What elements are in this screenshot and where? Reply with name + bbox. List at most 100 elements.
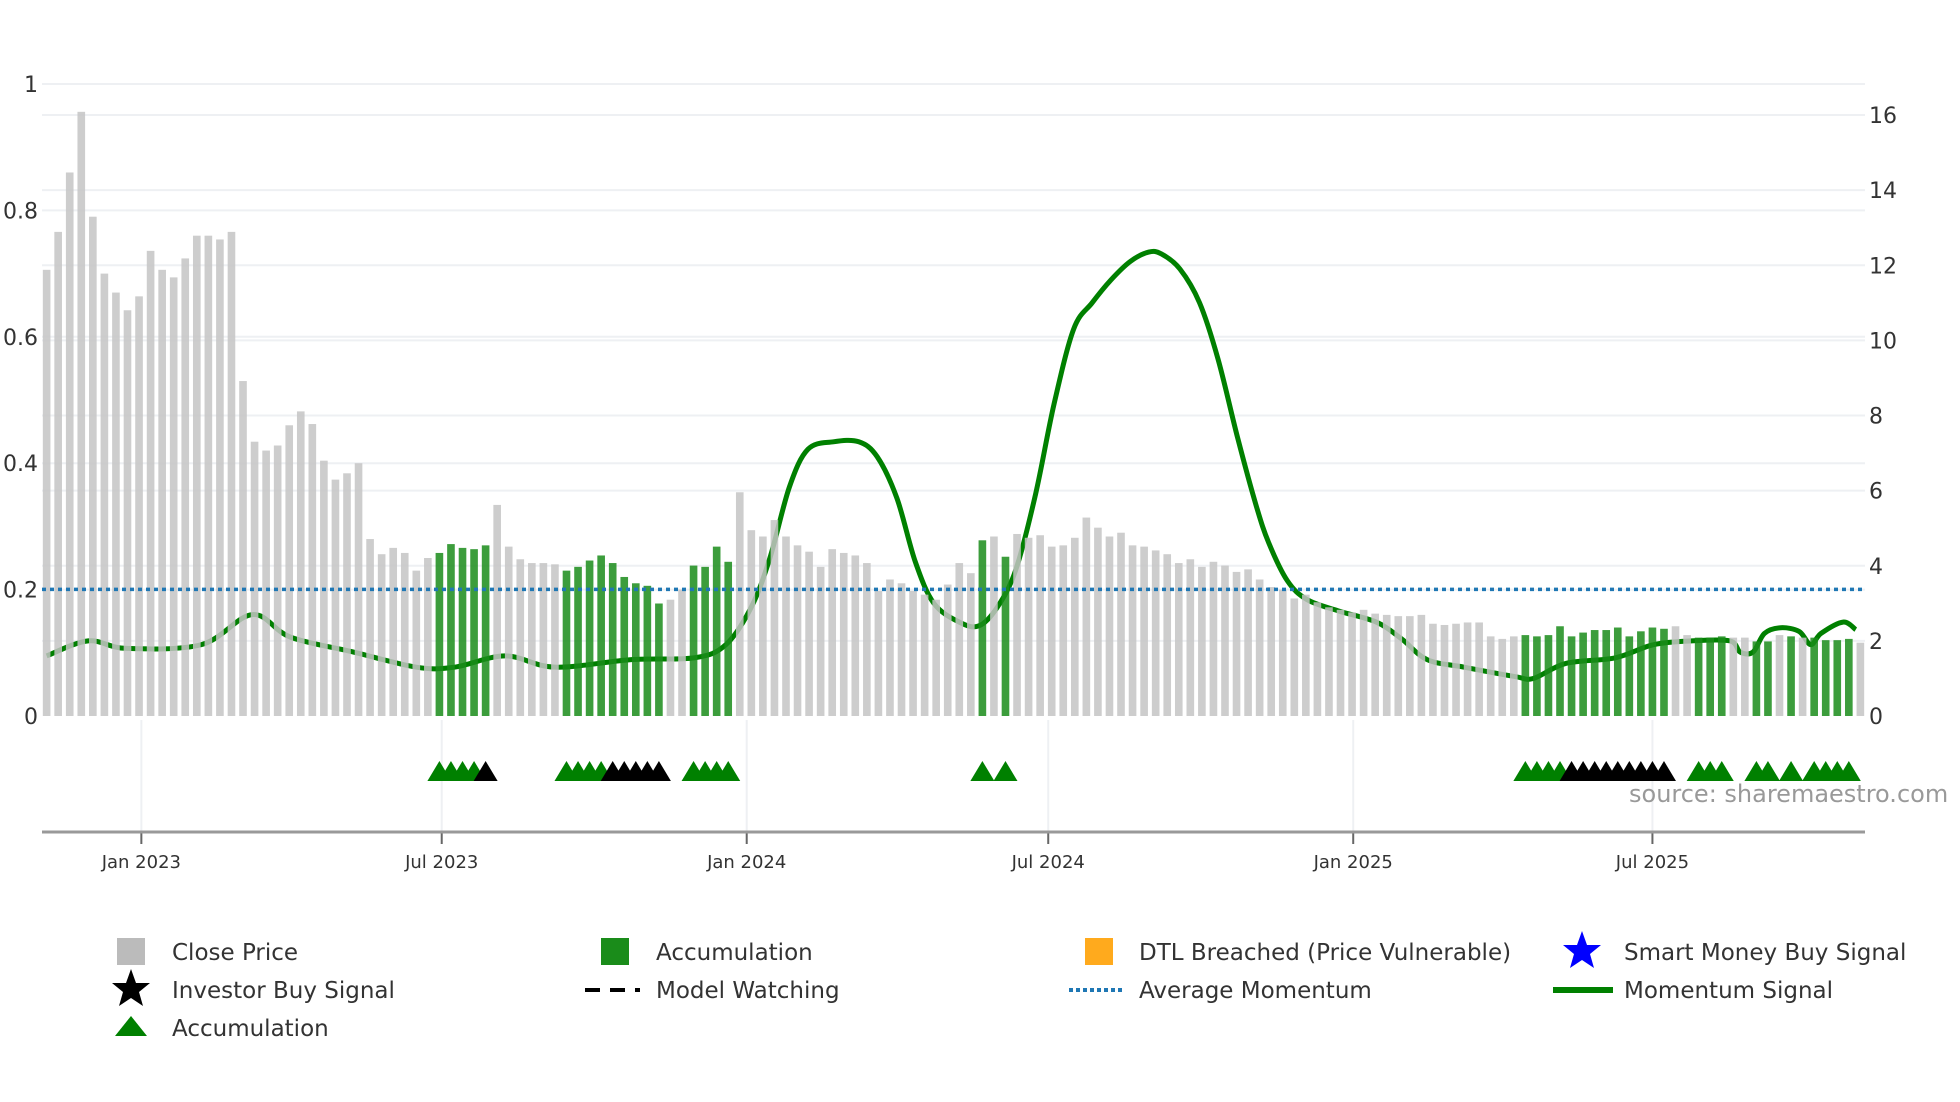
x-axis-tick-label: Jan 2025 <box>1313 852 1393 873</box>
accumulation-bar <box>1567 636 1576 716</box>
accumulation-bar <box>1648 627 1657 716</box>
close-price-bar <box>1741 637 1749 716</box>
accumulation-bar <box>608 563 617 716</box>
close-price-bar <box>1140 546 1148 716</box>
accumulation-bar <box>712 546 721 716</box>
close-price-bar <box>412 570 421 716</box>
close-price-bar <box>1255 579 1264 716</box>
close-price-bar <box>389 547 398 716</box>
close-price-bar <box>400 552 409 716</box>
close-price-bar <box>227 231 236 716</box>
close-price-bar <box>493 504 501 716</box>
close-price-bar <box>146 250 155 716</box>
right-axis-tick-label: 16 <box>1869 104 1897 129</box>
close-price-bar <box>262 450 270 716</box>
close-price-bar <box>1486 636 1495 716</box>
close-price-bar <box>851 555 860 716</box>
legend: Close Price Accumulation DTL Breached (P… <box>112 931 1906 1042</box>
close-price-bar <box>1232 571 1241 716</box>
close-price-bar <box>1348 612 1356 716</box>
close-price-bar <box>1070 537 1079 716</box>
close-price-bar <box>805 551 813 716</box>
close-price-bar <box>366 539 374 716</box>
accumulation-bar <box>1821 640 1830 716</box>
close-price-bar <box>158 269 166 716</box>
accumulation-bar <box>597 555 605 716</box>
close-price-bar <box>1371 613 1379 716</box>
close-price-bar <box>886 579 894 716</box>
close-price-bar <box>735 492 744 716</box>
close-price-bar <box>1082 517 1091 716</box>
close-price-bar <box>863 563 871 716</box>
close-price-bar <box>89 216 97 716</box>
dtl-breached-legend-icon <box>1085 938 1113 965</box>
accumulation-bar <box>470 549 478 716</box>
close-price-bar <box>424 558 432 716</box>
close-price-bar <box>1128 545 1137 716</box>
close-price-bar <box>1117 532 1125 716</box>
close-price-bar <box>273 445 282 716</box>
close-price-bar <box>100 273 109 716</box>
close-price-bar <box>1278 589 1287 716</box>
close-price-bar <box>1105 536 1114 716</box>
close-price-bar <box>839 552 848 716</box>
close-price-bar <box>1290 598 1299 716</box>
right-axis-tick-label: 10 <box>1869 329 1897 354</box>
accumulation-legend-icon <box>601 938 629 965</box>
close-price-bar <box>54 231 62 716</box>
accumulation-bar <box>562 570 571 716</box>
left-axis-tick-label: 1 <box>24 73 38 98</box>
accumulation-bar <box>1590 630 1599 716</box>
close-price-bar <box>770 520 779 716</box>
close-price-bar <box>239 381 247 716</box>
legend-average-momentum: Average Momentum <box>1139 978 1372 1004</box>
close-price-bar <box>216 239 224 717</box>
accumulation-bar <box>1602 630 1611 716</box>
close-price-bar <box>1452 623 1460 716</box>
close-price-bar <box>874 590 883 716</box>
right-axis-tick-label: 6 <box>1869 480 1883 505</box>
close-price-bar <box>1406 616 1414 716</box>
close-price-bar <box>331 479 340 716</box>
close-price-bar <box>204 235 213 716</box>
close-price-bar <box>782 536 790 716</box>
close-price-bar <box>1417 614 1426 716</box>
left-axis-tick-label: 0.6 <box>3 326 38 351</box>
close-price-bars <box>42 111 1865 717</box>
close-price-bar <box>1059 545 1068 716</box>
right-axis-tick-label: 2 <box>1869 630 1883 655</box>
legend-smart-money: Smart Money Buy Signal <box>1624 940 1906 966</box>
accumulation-bar <box>1787 636 1795 716</box>
close-price-bar <box>1475 622 1483 716</box>
accumulation-bar <box>458 547 467 716</box>
right-axis-tick-label: 8 <box>1869 405 1883 430</box>
accumulation-bar <box>1694 637 1703 716</box>
close-price-bar <box>112 292 120 716</box>
close-price-bar <box>828 549 837 716</box>
left-axis-tick-label: 0.2 <box>3 579 38 604</box>
left-axis-tick-label: 0.4 <box>3 452 38 477</box>
close-price-bar <box>678 589 686 716</box>
close-price-bar <box>135 296 143 716</box>
close-price-bar <box>759 536 767 716</box>
accumulation-bar <box>620 576 629 716</box>
close-price-bar <box>296 411 305 716</box>
accumulation-bar <box>1810 637 1818 716</box>
accumulation-bar <box>1001 556 1010 716</box>
accumulation-bar <box>1660 628 1668 716</box>
accumulation-bar <box>1613 627 1622 716</box>
close-price-bar <box>1775 635 1784 716</box>
left-axis-tick-label: 0 <box>24 705 38 730</box>
close-price-bar <box>990 536 998 716</box>
right-axis-tick-label: 0 <box>1869 705 1883 730</box>
right-axis-tick-label: 4 <box>1869 555 1883 580</box>
legend-investor-buy: Investor Buy Signal <box>172 978 395 1004</box>
investor-star-icon <box>112 969 150 1006</box>
accumulation-bar <box>1706 637 1715 716</box>
close-price-legend-icon <box>117 938 145 965</box>
legend-accumulation-marker: Accumulation <box>172 1016 329 1042</box>
close-price-bar <box>516 559 525 716</box>
close-price-bar <box>1325 607 1333 716</box>
close-price-bar <box>1151 550 1160 716</box>
accumulation-bar <box>1764 641 1772 716</box>
